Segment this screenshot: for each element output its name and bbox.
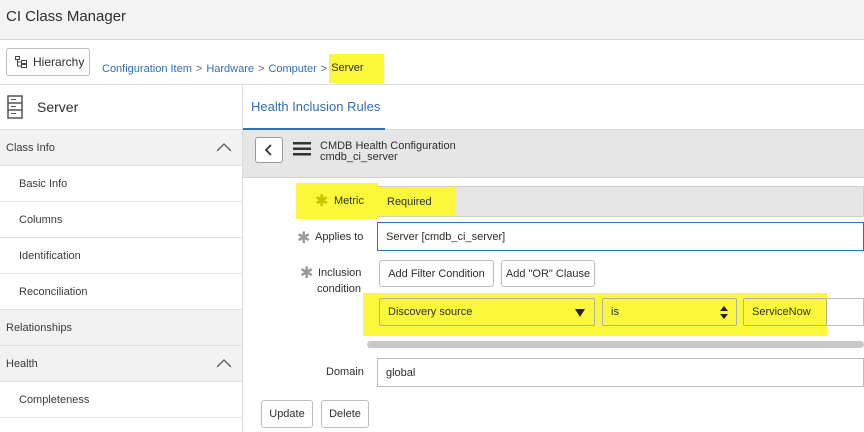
breadcrumb: Configuration Item > Hardware > Computer… bbox=[102, 54, 384, 83]
domain-field[interactable]: global bbox=[377, 358, 864, 387]
sidebar-item-label: Health bbox=[6, 357, 38, 370]
breadcrumb-computer[interactable]: Computer bbox=[268, 63, 316, 75]
sidebar-item-label: Basic Info bbox=[19, 177, 68, 190]
condition-value: ServiceNow bbox=[752, 306, 811, 318]
domain-label: Domain bbox=[326, 366, 364, 378]
sidebar-item-reconciliation[interactable]: Reconciliation bbox=[0, 274, 242, 310]
condition-value-overflow bbox=[827, 298, 864, 326]
updown-arrows-icon bbox=[720, 306, 728, 319]
sidebar-item-identification[interactable]: Identification bbox=[0, 238, 242, 274]
required-asterisk-icon: ✱ bbox=[297, 230, 311, 247]
condition-operator-select[interactable]: is bbox=[602, 298, 737, 326]
breadcrumb-separator: > bbox=[258, 62, 265, 75]
horizontal-scrollbar[interactable] bbox=[367, 341, 864, 348]
sidebar-item-health[interactable]: Health bbox=[0, 346, 242, 382]
condition-value-field[interactable]: ServiceNow bbox=[743, 298, 827, 326]
hierarchy-label: Hierarchy bbox=[33, 55, 85, 69]
metric-value: Required bbox=[377, 187, 456, 216]
sidebar-class-name: Server bbox=[37, 99, 79, 115]
tab-health-inclusion-rules[interactable]: Health Inclusion Rules bbox=[251, 99, 380, 114]
hamburger-menu-icon[interactable] bbox=[293, 142, 311, 156]
sidebar-item-basic-info[interactable]: Basic Info bbox=[0, 166, 242, 202]
sidebar-item-class-info[interactable]: Class Info bbox=[0, 130, 242, 166]
applies-to-field[interactable]: Server [cmdb_ci_server] bbox=[377, 222, 864, 251]
back-button[interactable] bbox=[255, 137, 283, 163]
delete-button[interactable]: Delete bbox=[321, 400, 369, 428]
applies-to-value: Server [cmdb_ci_server] bbox=[386, 230, 506, 243]
tab-bar: Health Inclusion Rules bbox=[243, 85, 864, 130]
sidebar-item-label: Completeness bbox=[19, 393, 90, 406]
sidebar-item-label: Reconciliation bbox=[19, 285, 88, 298]
sidebar-item-label: Columns bbox=[19, 213, 63, 226]
metric-field[interactable]: Required bbox=[377, 186, 864, 217]
metric-label: Metric bbox=[334, 195, 364, 207]
hierarchy-icon bbox=[15, 56, 27, 68]
form-subtitle: cmdb_ci_server bbox=[320, 151, 398, 163]
condition-field-select[interactable]: Discovery source bbox=[379, 298, 595, 326]
inclusion-label-line1: Inclusion bbox=[318, 267, 362, 279]
breadcrumb-configuration-item[interactable]: Configuration Item bbox=[102, 63, 192, 75]
sidebar-item-columns[interactable]: Columns bbox=[0, 202, 242, 238]
sidebar-item-label: Relationships bbox=[6, 321, 73, 334]
update-label: Update bbox=[269, 408, 305, 420]
app-title: CI Class Manager bbox=[6, 8, 127, 25]
hierarchy-button[interactable]: Hierarchy bbox=[6, 48, 90, 76]
add-or-clause-button[interactable]: Add "OR" Clause bbox=[501, 260, 595, 287]
breadcrumb-hardware[interactable]: Hardware bbox=[206, 63, 254, 75]
chevron-up-icon[interactable] bbox=[216, 357, 232, 369]
sidebar-item-completeness[interactable]: Completeness bbox=[0, 382, 242, 418]
add-filter-condition-label: Add Filter Condition bbox=[388, 267, 485, 280]
sidebar-item-label: Identification bbox=[19, 249, 81, 262]
sidebar-item-label: Class Info bbox=[6, 141, 55, 154]
add-filter-condition-button[interactable]: Add Filter Condition bbox=[379, 260, 494, 287]
title-bar: CI Class Manager bbox=[0, 0, 864, 40]
sidebar-item-relationships[interactable]: Relationships bbox=[0, 310, 242, 346]
add-or-clause-label: Add "OR" Clause bbox=[505, 267, 591, 280]
breadcrumb-separator: > bbox=[195, 62, 203, 75]
domain-value: global bbox=[386, 366, 416, 379]
chevron-left-icon bbox=[264, 144, 272, 156]
main-panel: Health Inclusion Rules CMDB Health Confi… bbox=[243, 85, 864, 432]
applies-to-label: Applies to bbox=[315, 231, 364, 243]
breadcrumb-current: Server bbox=[329, 54, 384, 83]
chevron-up-icon[interactable] bbox=[216, 141, 232, 153]
caret-down-icon bbox=[575, 309, 585, 317]
breadcrumb-bar: Hierarchy Configuration Item > Hardware … bbox=[0, 40, 864, 85]
delete-label: Delete bbox=[329, 408, 361, 420]
required-asterisk-icon: ✱ bbox=[300, 265, 314, 282]
breadcrumb-separator: > bbox=[320, 62, 328, 75]
sidebar-header: Server bbox=[0, 85, 242, 130]
update-button[interactable]: Update bbox=[261, 400, 313, 428]
required-asterisk-icon: ✱ bbox=[315, 193, 329, 210]
condition-operator-value: is bbox=[611, 306, 619, 318]
inclusion-label-line2: condition bbox=[317, 283, 362, 295]
form-header: CMDB Health Configuration cmdb_ci_server bbox=[243, 130, 864, 178]
condition-field-value: Discovery source bbox=[388, 306, 473, 318]
sidebar: Server Class Info Basic Info Columns Ide… bbox=[0, 85, 243, 432]
server-icon bbox=[7, 95, 23, 119]
